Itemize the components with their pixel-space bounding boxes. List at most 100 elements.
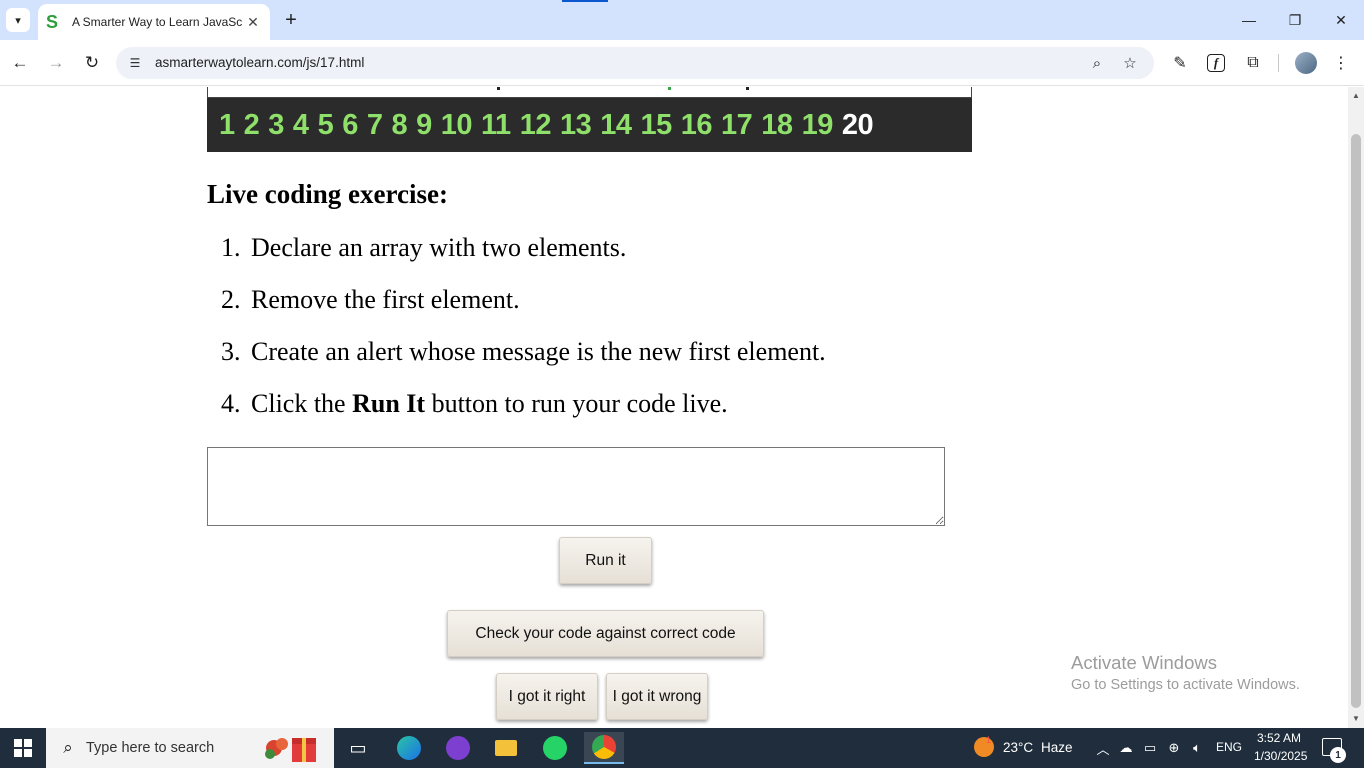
chapter-link-5[interactable]: 5 xyxy=(318,109,334,142)
restore-icon[interactable]: ❐ xyxy=(1283,8,1307,32)
strip-mark xyxy=(668,87,671,90)
page-content: 1 2 3 4 5 6 7 8 9 10 11 12 13 14 15 16 17 18 19 20 Live cod… xyxy=(0,87,1348,728)
volume-icon[interactable]: 🔈︎ xyxy=(1189,740,1205,756)
step-text: Remove the first element. xyxy=(251,285,520,314)
tab-strip-indicator xyxy=(562,0,608,2)
tab-title: A Smarter Way to Learn JavaScript xyxy=(72,15,242,29)
clock-date[interactable]: 1/30/2025 xyxy=(1254,749,1307,763)
kebab-menu-icon[interactable]: ⋮ xyxy=(1330,52,1352,74)
chapter-link-17[interactable]: 17 xyxy=(721,109,753,142)
github-desktop-icon[interactable] xyxy=(438,732,478,764)
language-indicator[interactable]: ENG xyxy=(1216,740,1242,754)
windows-logo-icon xyxy=(14,739,32,757)
strip-mark xyxy=(746,87,749,90)
forward-arrow-icon[interactable]: → xyxy=(44,51,68,75)
minimize-icon[interactable]: — xyxy=(1237,8,1261,32)
fx-icon-label: f xyxy=(1213,55,1219,70)
puzzle-icon[interactable]: ⧉ xyxy=(1242,52,1264,74)
weather-badge: 1 xyxy=(986,735,992,745)
chapter-link-8[interactable]: 8 xyxy=(391,109,407,142)
url-text[interactable]: asmarterwaytolearn.com/js/17.html xyxy=(155,55,364,70)
chapter-link-14[interactable]: 14 xyxy=(600,109,632,142)
step-text: Create an alert whose message is the new… xyxy=(251,337,826,366)
chapter-link-16[interactable]: 16 xyxy=(681,109,713,142)
plus-icon[interactable]: + xyxy=(280,9,302,31)
chapter-link-10[interactable]: 10 xyxy=(441,109,473,142)
github-logo xyxy=(446,736,470,760)
globe-icon[interactable]: ⊕ xyxy=(1166,740,1182,756)
browser-tab[interactable]: S A Smarter Way to Learn JavaScript ✕ xyxy=(38,4,270,40)
profile-avatar[interactable] xyxy=(1295,52,1317,74)
clock-time[interactable]: 3:52 AM xyxy=(1257,731,1301,745)
close-icon[interactable]: ✕ xyxy=(244,13,262,31)
got-it-right-button[interactable]: I got it right xyxy=(496,673,598,720)
reload-icon[interactable]: ↻ xyxy=(80,51,104,75)
chapter-link-20[interactable]: 20 xyxy=(842,109,874,142)
search-icon: ⌕ xyxy=(63,738,73,757)
start-button[interactable] xyxy=(0,728,46,768)
window-close-icon[interactable]: ✕ xyxy=(1329,8,1353,32)
chapter-link-19[interactable]: 19 xyxy=(802,109,834,142)
address-bar[interactable]: ☰ asmarterwaytolearn.com/js/17.html ⌕ ☆ xyxy=(116,47,1154,79)
search-placeholder: Type here to search xyxy=(86,740,215,756)
step-text: Click the Run It button to run your code… xyxy=(251,389,728,419)
browser-toolbar: ← → ↻ ☰ asmarterwaytolearn.com/js/17.htm… xyxy=(0,40,1364,86)
chapter-link-4[interactable]: 4 xyxy=(293,109,309,142)
chapter-link-12[interactable]: 12 xyxy=(520,109,552,142)
got-it-wrong-button[interactable]: I got it wrong xyxy=(606,673,708,720)
chapter-link-15[interactable]: 15 xyxy=(641,109,673,142)
edge-icon[interactable] xyxy=(389,732,429,764)
chapter-link-3[interactable]: 3 xyxy=(268,109,284,142)
star-icon[interactable]: ☆ xyxy=(1120,53,1140,73)
exercise-heading: Live coding exercise: xyxy=(207,179,448,209)
chapter-link-18[interactable]: 18 xyxy=(761,109,793,142)
pen-icon[interactable]: ✎ xyxy=(1169,52,1191,74)
chrome-logo xyxy=(592,735,616,759)
activate-windows-title: Activate Windows xyxy=(1071,652,1217,673)
step-text-pre: Click the xyxy=(251,389,353,418)
run-it-button[interactable]: Run it xyxy=(559,537,652,584)
search-highlight-icon xyxy=(265,738,316,762)
scroll-thumb[interactable] xyxy=(1351,134,1361,708)
battery-icon[interactable]: ▭ xyxy=(1142,740,1158,756)
onedrive-icon[interactable]: ☁ xyxy=(1118,740,1134,756)
edge-logo xyxy=(397,736,421,760)
chapter-link-1[interactable]: 1 xyxy=(219,109,235,142)
notification-count: 1 xyxy=(1330,747,1346,763)
weather-temperature[interactable]: 23°C xyxy=(1003,740,1033,755)
step-text: Declare an array with two elements. xyxy=(251,233,627,262)
step-text-bold: Run It xyxy=(352,389,426,418)
whatsapp-icon[interactable] xyxy=(535,732,575,764)
step-number: 2. xyxy=(221,285,241,314)
chapter-link-13[interactable]: 13 xyxy=(560,109,592,142)
zoom-icon[interactable]: ⌕ xyxy=(1087,53,1107,73)
activate-windows-subtitle: Go to Settings to activate Windows. xyxy=(1071,677,1300,693)
weather-description[interactable]: Haze xyxy=(1041,740,1073,755)
chapter-link-2[interactable]: 2 xyxy=(244,109,260,142)
step-number: 4. xyxy=(221,389,241,418)
task-view-icon[interactable]: ▭ xyxy=(338,732,378,764)
chapter-link-11[interactable]: 11 xyxy=(481,109,511,142)
step-text-post: button to run your code live. xyxy=(425,389,728,418)
whatsapp-logo xyxy=(543,736,567,760)
chrome-icon[interactable] xyxy=(584,732,624,764)
check-code-button[interactable]: Check your code against correct code xyxy=(447,610,764,657)
folder-shape xyxy=(495,740,517,756)
tune-icon[interactable]: ☰ xyxy=(126,54,144,72)
browser-tab-bar: ▾ S A Smarter Way to Learn JavaScript ✕ … xyxy=(0,0,1364,40)
fx-icon[interactable]: f xyxy=(1207,54,1225,72)
step-number: 3. xyxy=(221,337,241,366)
chapter-link-9[interactable]: 9 xyxy=(416,109,432,142)
toolbar-divider xyxy=(1278,54,1279,72)
page-scrollbar[interactable]: ▲ ▼ xyxy=(1348,87,1364,728)
scroll-down-icon[interactable]: ▼ xyxy=(1351,714,1361,724)
scroll-up-icon[interactable]: ▲ xyxy=(1351,91,1361,101)
chapter-link-6[interactable]: 6 xyxy=(342,109,358,142)
chevron-up-icon[interactable]: ︿ xyxy=(1095,740,1111,757)
back-arrow-icon[interactable]: ← xyxy=(8,51,32,75)
code-input[interactable] xyxy=(207,447,945,526)
chapter-link-7[interactable]: 7 xyxy=(367,109,383,142)
file-explorer-icon[interactable] xyxy=(486,732,526,764)
taskbar-search[interactable]: ⌕ Type here to search xyxy=(46,728,334,768)
tab-search-button[interactable]: ▾ xyxy=(6,8,30,32)
